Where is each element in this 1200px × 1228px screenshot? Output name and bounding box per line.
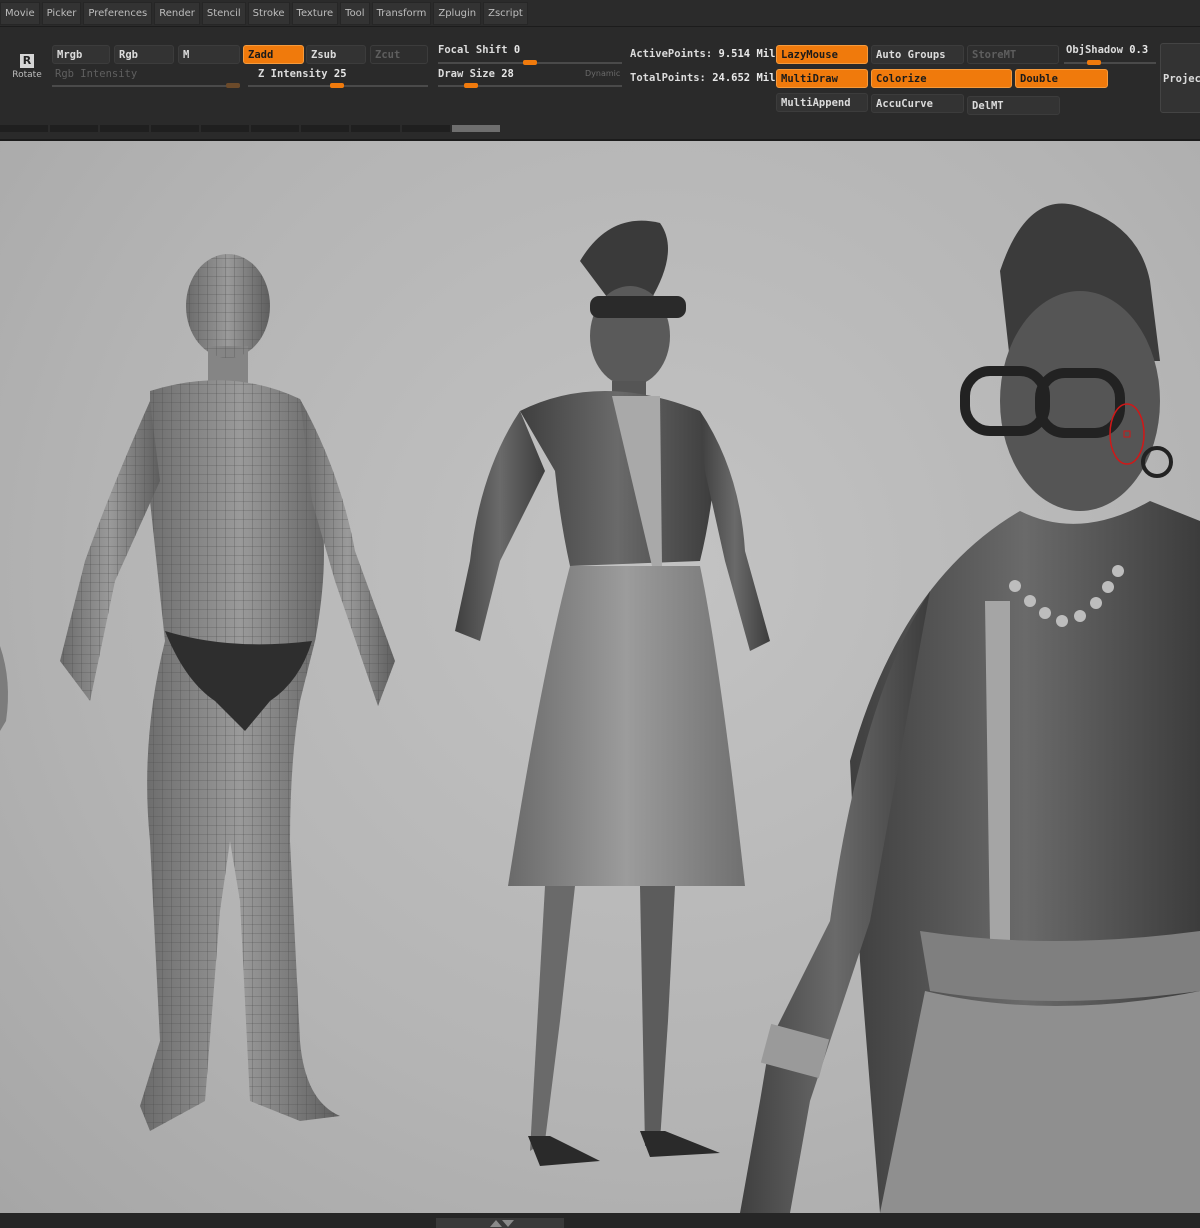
objshadow-label: ObjShadow 0.3 bbox=[1066, 44, 1148, 56]
accucurve-button[interactable]: AccuCurve bbox=[871, 94, 964, 113]
menu-texture[interactable]: Texture bbox=[291, 2, 339, 25]
tab[interactable] bbox=[251, 125, 300, 132]
rgb-button[interactable]: Rgb bbox=[114, 45, 174, 64]
z-intensity-knob[interactable] bbox=[330, 83, 344, 88]
multidraw-button[interactable]: MultiDraw bbox=[776, 69, 868, 88]
focal-shift-knob[interactable] bbox=[523, 60, 537, 65]
total-points: TotalPoints: 24.652 Mil bbox=[630, 72, 775, 84]
tab[interactable] bbox=[200, 125, 250, 132]
menu-stroke[interactable]: Stroke bbox=[247, 2, 290, 25]
z-intensity-label: Z Intensity 25 bbox=[258, 68, 347, 80]
menu-render[interactable]: Render bbox=[154, 2, 200, 25]
multiappend-button[interactable]: MultiAppend bbox=[776, 93, 868, 112]
dressed-figure bbox=[455, 220, 770, 1166]
auto-groups-button[interactable]: Auto Groups bbox=[871, 45, 964, 64]
top-shelf: R Rotate Mrgb Rgb M Zadd Zsub Zcut Rgb I… bbox=[0, 27, 1200, 141]
rotate-icon: R bbox=[20, 54, 34, 68]
objshadow-text: ObjShadow bbox=[1066, 44, 1123, 56]
active-points-value: 9.514 Mil bbox=[718, 48, 776, 60]
menu-preferences[interactable]: Preferences bbox=[83, 2, 153, 25]
draw-size-text: Draw Size bbox=[438, 68, 495, 80]
tab[interactable] bbox=[50, 125, 99, 132]
menu-bar: Movie Picker Preferences Render Stencil … bbox=[0, 0, 1200, 27]
mrgb-button[interactable]: Mrgb bbox=[52, 45, 110, 64]
double-button[interactable]: Double bbox=[1015, 69, 1108, 88]
viewport-scene bbox=[0, 203, 1200, 1213]
tab[interactable] bbox=[401, 125, 450, 132]
objshadow-slider[interactable] bbox=[1064, 62, 1156, 64]
tab[interactable] bbox=[100, 125, 149, 132]
menu-zscript[interactable]: Zscript bbox=[483, 2, 528, 25]
rgb-intensity-label: Rgb Intensity bbox=[55, 68, 138, 80]
colorize-button[interactable]: Colorize bbox=[871, 69, 1012, 88]
tab-active[interactable] bbox=[451, 125, 501, 132]
m-button[interactable]: M bbox=[178, 45, 240, 64]
rotate-button[interactable]: R Rotate bbox=[6, 49, 48, 107]
zsub-button[interactable]: Zsub bbox=[306, 45, 366, 64]
rgb-intensity-slider[interactable] bbox=[52, 85, 240, 87]
dynamic-label[interactable]: Dynamic bbox=[585, 69, 620, 78]
tray-collapse-icon[interactable] bbox=[502, 1220, 514, 1227]
total-points-value: 24.652 Mil bbox=[712, 72, 776, 84]
objshadow-knob[interactable] bbox=[1087, 60, 1101, 65]
tray-expand-icon[interactable] bbox=[490, 1220, 502, 1227]
rotate-label: Rotate bbox=[12, 70, 42, 80]
draw-size-knob[interactable] bbox=[464, 83, 478, 88]
delmt-button[interactable]: DelMT bbox=[967, 96, 1060, 115]
menu-stencil[interactable]: Stencil bbox=[201, 2, 246, 25]
storemt-button[interactable]: StoreMT bbox=[967, 45, 1059, 64]
tool-tabs bbox=[0, 125, 501, 132]
menu-movie[interactable]: Movie bbox=[0, 2, 40, 25]
bottom-bar bbox=[0, 1213, 1200, 1228]
tab[interactable] bbox=[150, 125, 199, 132]
focal-shift-value: 0 bbox=[513, 44, 521, 56]
closeup-figure bbox=[740, 203, 1200, 1213]
menu-zplugin[interactable]: Zplugin bbox=[433, 2, 482, 25]
draw-size-value: 28 bbox=[501, 68, 514, 80]
total-points-label: TotalPoints: bbox=[630, 72, 706, 84]
lazymouse-button[interactable]: LazyMouse bbox=[776, 45, 868, 64]
menu-picker[interactable]: Picker bbox=[41, 2, 82, 25]
objshadow-value: 0.3 bbox=[1129, 44, 1149, 56]
base-mesh-figure bbox=[60, 254, 395, 1131]
project-button[interactable]: Projec bbox=[1160, 43, 1200, 113]
menu-tool[interactable]: Tool bbox=[340, 2, 370, 25]
active-points: ActivePoints: 9.514 Mil bbox=[630, 48, 775, 60]
rgb-intensity-knob[interactable] bbox=[226, 83, 240, 88]
z-intensity-value: 25 bbox=[333, 68, 347, 80]
active-points-label: ActivePoints: bbox=[630, 48, 713, 60]
tab[interactable] bbox=[301, 125, 350, 132]
offscreen-figure-hand bbox=[0, 646, 8, 731]
draw-size-label: Draw Size 28 bbox=[438, 68, 514, 80]
canvas-viewport[interactable] bbox=[0, 141, 1200, 1213]
zcut-button[interactable]: Zcut bbox=[370, 45, 428, 64]
tab[interactable] bbox=[351, 125, 400, 132]
focal-shift-text: Focal Shift bbox=[438, 44, 508, 56]
zadd-button[interactable]: Zadd bbox=[243, 45, 304, 64]
z-intensity-text: Z Intensity bbox=[258, 68, 328, 80]
menu-transform[interactable]: Transform bbox=[371, 2, 432, 25]
focal-shift-label: Focal Shift 0 bbox=[438, 44, 520, 56]
tab[interactable] bbox=[0, 125, 49, 132]
